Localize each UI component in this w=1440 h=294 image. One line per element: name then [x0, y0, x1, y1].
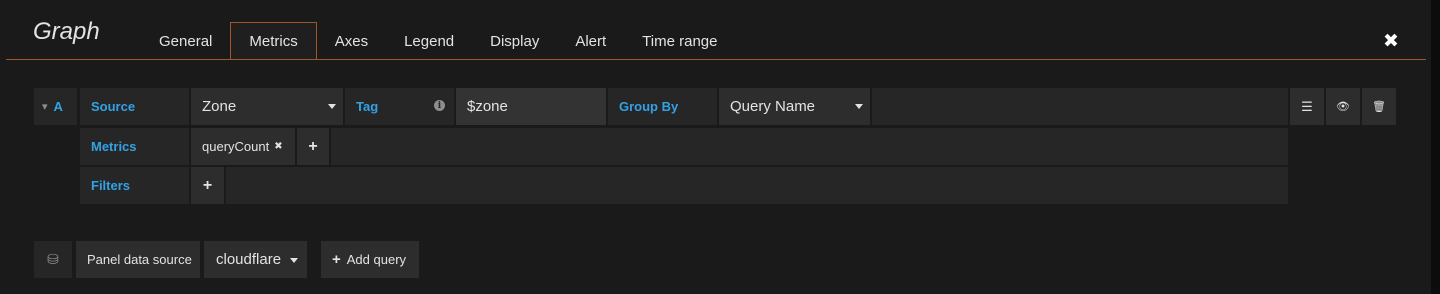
query-ref-id: A [53, 99, 63, 114]
add-query-label: Add query [346, 252, 407, 267]
plus-icon: + [202, 176, 213, 194]
source-value: Zone [202, 98, 237, 115]
group-by-label: Group By [619, 99, 679, 114]
chevron-down-icon [328, 104, 336, 109]
panel-data-source-label: Panel data source [76, 241, 200, 278]
source-select[interactable]: Zone [191, 88, 343, 125]
metrics-label-cell: Metrics [80, 128, 189, 165]
filters-label-cell: Filters [80, 167, 189, 204]
tab-display[interactable]: Display [472, 22, 557, 60]
query-menu-button[interactable]: ☰ [1290, 88, 1324, 125]
metrics-label: Metrics [91, 139, 137, 154]
remove-metric-icon[interactable]: ✖ [269, 141, 282, 152]
tab-legend[interactable]: Legend [386, 22, 472, 60]
remove-query-button[interactable]: 🗑 [1362, 88, 1396, 125]
row1-filler [872, 88, 1288, 125]
tab-alert[interactable]: Alert [557, 22, 624, 60]
tab-general[interactable]: General [141, 22, 230, 60]
filters-label: Filters [91, 178, 131, 193]
group-by-select[interactable]: Query Name [719, 88, 870, 125]
data-source-select[interactable]: cloudflare [204, 241, 307, 278]
panel-title: Graph [33, 18, 100, 45]
tab-time-range[interactable]: Time range [624, 22, 735, 60]
metric-name: queryCount [202, 139, 270, 154]
source-label-cell: Source [80, 88, 189, 125]
tag-value: $zone [467, 98, 508, 115]
toggle-visibility-button[interactable]: 👁 [1326, 88, 1360, 125]
info-icon[interactable]: i [434, 100, 445, 111]
metric-segment[interactable]: queryCount ✖ [191, 128, 295, 165]
tag-label-cell: Tag i [345, 88, 454, 125]
tab-metrics[interactable]: Metrics [230, 22, 317, 60]
group-by-label-cell: Group By [608, 88, 717, 125]
row2-filler [331, 128, 1288, 165]
query-ref-toggle[interactable]: ▾ A [34, 88, 77, 125]
data-source-value: cloudflare [216, 251, 282, 268]
add-filter-button[interactable]: + [191, 167, 224, 204]
tab-axes[interactable]: Axes [317, 22, 386, 60]
group-by-value: Query Name [730, 98, 816, 115]
plus-icon: + [332, 251, 341, 268]
source-label: Source [91, 99, 136, 114]
chevron-down-icon [290, 258, 298, 263]
row3-filler [226, 167, 1288, 204]
panel-data-source-text: Panel data source [87, 252, 192, 267]
tag-input[interactable]: $zone [456, 88, 606, 125]
chevron-down-icon [855, 104, 863, 109]
header-divider [6, 59, 1426, 60]
data-source-icon-cell: ⛁ [34, 241, 72, 278]
database-icon: ⛁ [47, 251, 59, 267]
menu-icon: ☰ [1301, 98, 1313, 114]
panel-editor: Graph General Metrics Axes Legend Displa… [0, 0, 1440, 294]
add-query-button[interactable]: + Add query [321, 241, 419, 278]
plus-icon: + [308, 137, 318, 155]
scrollbar-track[interactable] [1431, 0, 1440, 294]
tag-label: Tag [356, 99, 379, 114]
editor-tabs: General Metrics Axes Legend Display Aler… [141, 22, 735, 60]
add-metric-button[interactable]: + [297, 128, 329, 165]
collapse-chevron-icon[interactable]: ▾ [34, 100, 48, 113]
trash-icon: 🗑 [1372, 101, 1386, 113]
close-icon[interactable]: ✖ [1383, 30, 1399, 53]
eye-icon: 👁 [1336, 101, 1350, 113]
